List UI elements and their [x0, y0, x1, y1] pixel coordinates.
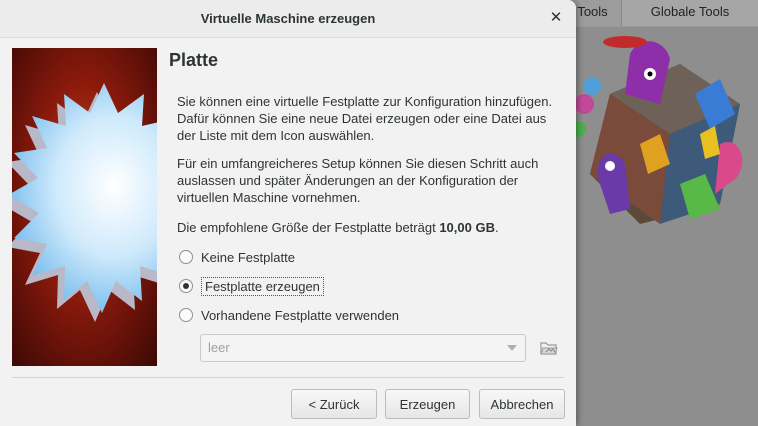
- chevron-down-icon: [507, 345, 517, 351]
- recommended-size-suffix: .: [494, 220, 499, 235]
- dialog-titlebar: Virtuelle Maschine erzeugen ✕: [0, 0, 576, 38]
- existing-disk-select[interactable]: leer: [200, 334, 526, 362]
- wizard-side-image: [12, 48, 157, 366]
- virtualbox-mascot-illustration: [570, 36, 743, 224]
- button-separator: [12, 377, 564, 378]
- radio-label: Keine Festplatte: [201, 249, 295, 265]
- create-button[interactable]: Erzeugen: [385, 389, 470, 419]
- close-icon[interactable]: ✕: [546, 8, 566, 28]
- create-vm-dialog: Virtuelle Maschine erzeugen ✕ Platte Sie…: [0, 0, 576, 426]
- folder-open-icon[interactable]: [540, 340, 558, 356]
- radio-button[interactable]: [179, 279, 193, 293]
- tab-global-tools[interactable]: Globale Tools: [622, 0, 758, 26]
- radio-label: Festplatte erzeugen: [201, 276, 324, 296]
- description-paragraph: Sie können eine virtuelle Festplatte zur…: [177, 94, 553, 143]
- radio-no-disk[interactable]: Keine Festplatte: [179, 247, 295, 267]
- recommended-size-prefix: Die empfohlene Größe der Festplatte betr…: [177, 220, 440, 235]
- description-paragraph: Für ein umfangreicheres Setup können Sie…: [177, 156, 539, 205]
- radio-use-existing-disk[interactable]: Vorhandene Festplatte verwenden: [179, 305, 399, 325]
- radio-create-disk[interactable]: Festplatte erzeugen: [179, 276, 324, 296]
- radio-button[interactable]: [179, 308, 193, 322]
- existing-disk-select-value: leer: [208, 340, 230, 355]
- recommended-size-text: Die empfohlene Größe der Festplatte betr…: [177, 219, 562, 236]
- radio-button[interactable]: [179, 250, 193, 264]
- recommended-size-value: 10,00 GB: [439, 220, 495, 235]
- back-button[interactable]: < Zurück: [291, 389, 377, 419]
- page-title: Platte: [169, 50, 219, 70]
- radio-label: Vorhandene Festplatte verwenden: [201, 307, 400, 323]
- cancel-button[interactable]: Abbrechen: [479, 389, 565, 419]
- dialog-title: Virtuelle Maschine erzeugen: [200, 11, 376, 26]
